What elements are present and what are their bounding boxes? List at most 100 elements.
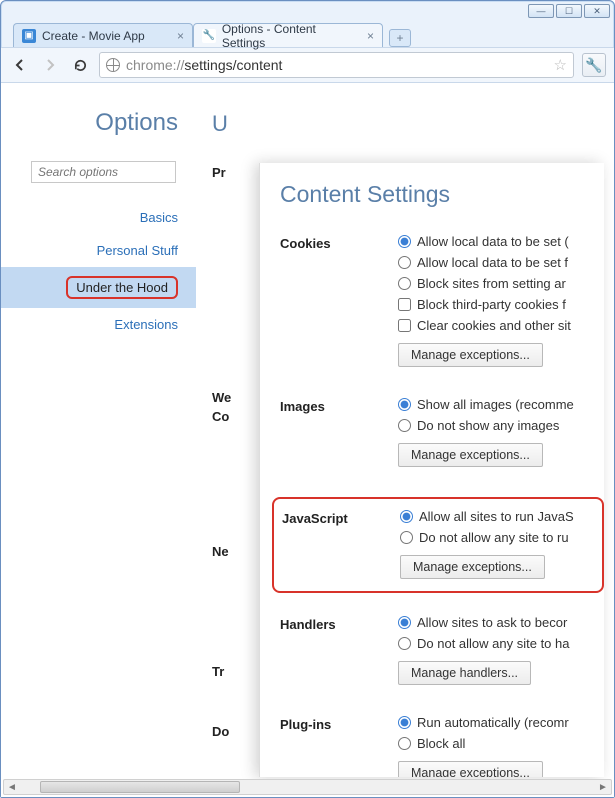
section-options: Allow all sites to run JavaS Do not allo… — [400, 509, 598, 579]
sidebar-item-label: Under the Hood — [66, 276, 178, 299]
browser-window: — ☐ ✕ ▣ Create - Movie App × 🔧 Options -… — [0, 0, 615, 798]
radio-input[interactable] — [398, 716, 411, 729]
option-text: Allow all sites to run JavaS — [419, 509, 574, 524]
radio-input[interactable] — [398, 398, 411, 411]
tab-title: Options - Content Settings — [222, 22, 361, 50]
option-text: Block sites from setting ar — [417, 276, 566, 291]
section-cookies: Cookies Allow local data to be set ( All… — [280, 234, 604, 367]
window-controls: — ☐ ✕ — [528, 4, 610, 18]
option-row[interactable]: Block third-party cookies f — [398, 297, 604, 312]
section-options: Show all images (recomme Do not show any… — [398, 397, 604, 467]
sidebar-item-label: Extensions — [114, 317, 178, 332]
section-plugins: Plug-ins Run automatically (recomr Block… — [280, 715, 604, 777]
section-images: Images Show all images (recomme Do not s… — [280, 397, 604, 467]
page-content: Options Basics Personal Stuff Under the … — [1, 83, 614, 797]
content-settings-overlay: Content Settings Cookies Allow local dat… — [259, 163, 604, 777]
page-heading-fragment: U — [212, 111, 602, 137]
radio-input[interactable] — [400, 510, 413, 523]
tab-close-icon[interactable]: × — [177, 29, 184, 43]
options-heading: Options — [1, 109, 196, 137]
manage-exceptions-button[interactable]: Manage exceptions... — [398, 443, 543, 467]
url-scheme: chrome:// — [126, 57, 184, 73]
wrench-icon: 🔧 — [202, 29, 216, 43]
section-label: Images — [280, 397, 398, 467]
radio-input[interactable] — [398, 235, 411, 248]
section-options: Allow local data to be set ( Allow local… — [398, 234, 604, 367]
manage-exceptions-button[interactable]: Manage exceptions... — [398, 343, 543, 367]
manage-exceptions-button[interactable]: Manage exceptions... — [398, 761, 543, 777]
option-row[interactable]: Do not show any images — [398, 418, 604, 433]
scroll-track[interactable] — [20, 780, 595, 794]
window-titlebar: — ☐ ✕ — [1, 1, 614, 21]
radio-input[interactable] — [398, 419, 411, 432]
favicon-icon: ▣ — [22, 29, 36, 43]
option-text: Run automatically (recomr — [417, 715, 569, 730]
option-text: Do not allow any site to ru — [419, 530, 569, 545]
radio-input[interactable] — [398, 737, 411, 750]
tab-options[interactable]: 🔧 Options - Content Settings × — [193, 23, 383, 47]
option-row[interactable]: Block sites from setting ar — [398, 276, 604, 291]
horizontal-scrollbar[interactable]: ◄ ► — [3, 779, 612, 795]
window-close-button[interactable]: ✕ — [584, 4, 610, 18]
manage-exceptions-button[interactable]: Manage exceptions... — [400, 555, 545, 579]
tab-close-icon[interactable]: × — [367, 29, 374, 43]
radio-input[interactable] — [398, 277, 411, 290]
address-bar[interactable]: chrome://settings/content ☆ — [99, 52, 574, 78]
option-row[interactable]: Do not allow any site to ru — [400, 530, 598, 545]
scroll-thumb[interactable] — [40, 781, 240, 793]
tab-title: Create - Movie App — [42, 29, 145, 43]
option-text: Block all — [417, 736, 465, 751]
sidebar-item-label: Basics — [140, 210, 178, 225]
option-row[interactable]: Do not allow any site to ha — [398, 636, 604, 651]
options-nav: Basics Personal Stuff Under the Hood Ext… — [1, 201, 196, 341]
option-text: Allow sites to ask to becor — [417, 615, 567, 630]
option-row[interactable]: Show all images (recomme — [398, 397, 604, 412]
option-row[interactable]: Block all — [398, 736, 604, 751]
radio-input[interactable] — [398, 256, 411, 269]
scroll-left-arrow-icon[interactable]: ◄ — [4, 782, 20, 793]
option-text: Do not allow any site to ha — [417, 636, 569, 651]
sidebar-item-extensions[interactable]: Extensions — [1, 308, 196, 341]
window-maximize-button[interactable]: ☐ — [556, 4, 582, 18]
section-handlers: Handlers Allow sites to ask to becor Do … — [280, 615, 604, 685]
url-path: settings/content — [184, 57, 282, 73]
option-row[interactable]: Allow sites to ask to becor — [398, 615, 604, 630]
tabstrip: ▣ Create - Movie App × 🔧 Options - Conte… — [1, 21, 614, 47]
option-row[interactable]: Allow all sites to run JavaS — [400, 509, 598, 524]
forward-button[interactable] — [39, 54, 61, 76]
manage-handlers-button[interactable]: Manage handlers... — [398, 661, 531, 685]
toolbar: chrome://settings/content ☆ 🔧 — [1, 47, 614, 83]
url-text: chrome://settings/content — [126, 57, 548, 73]
option-row[interactable]: Allow local data to be set f — [398, 255, 604, 270]
bookmark-star-icon[interactable]: ☆ — [554, 56, 567, 74]
settings-wrench-button[interactable]: 🔧 — [582, 53, 606, 77]
scroll-right-arrow-icon[interactable]: ► — [595, 782, 611, 793]
option-row[interactable]: Clear cookies and other sit — [398, 318, 604, 333]
sidebar-item-under-the-hood[interactable]: Under the Hood — [1, 267, 196, 308]
search-input[interactable] — [31, 161, 176, 183]
options-sidebar: Options Basics Personal Stuff Under the … — [1, 83, 196, 797]
section-options: Run automatically (recomr Block all Mana… — [398, 715, 604, 777]
option-row[interactable]: Run automatically (recomr — [398, 715, 604, 730]
back-button[interactable] — [9, 54, 31, 76]
section-label: Handlers — [280, 615, 398, 685]
section-options: Allow sites to ask to becor Do not allow… — [398, 615, 604, 685]
radio-input[interactable] — [398, 637, 411, 650]
window-minimize-button[interactable]: — — [528, 4, 554, 18]
search-options-field[interactable] — [31, 161, 176, 183]
section-label: Plug-ins — [280, 715, 398, 777]
radio-input[interactable] — [400, 531, 413, 544]
sidebar-item-basics[interactable]: Basics — [1, 201, 196, 234]
option-text: Do not show any images — [417, 418, 559, 433]
checkbox-input[interactable] — [398, 298, 411, 311]
option-row[interactable]: Allow local data to be set ( — [398, 234, 604, 249]
checkbox-input[interactable] — [398, 319, 411, 332]
sidebar-item-personal-stuff[interactable]: Personal Stuff — [1, 234, 196, 267]
option-text: Clear cookies and other sit — [417, 318, 571, 333]
tab-movie-app[interactable]: ▣ Create - Movie App × — [13, 23, 193, 47]
reload-button[interactable] — [69, 54, 91, 76]
new-tab-button[interactable]: + — [389, 29, 411, 47]
radio-input[interactable] — [398, 616, 411, 629]
section-label: JavaScript — [282, 509, 400, 579]
sidebar-item-label: Personal Stuff — [97, 243, 178, 258]
